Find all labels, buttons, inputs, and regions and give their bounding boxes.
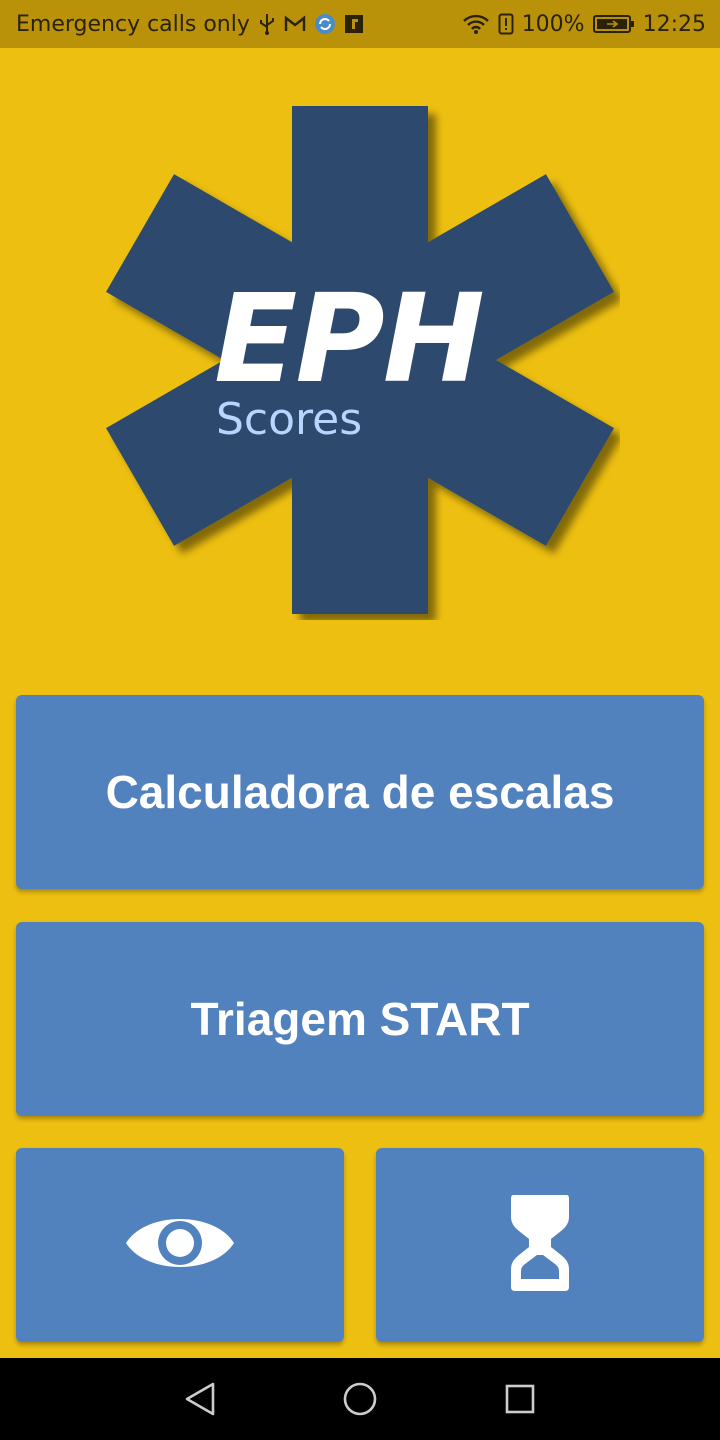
clock: 12:25 bbox=[642, 11, 706, 37]
flipboard-icon bbox=[344, 14, 364, 34]
wifi-icon bbox=[462, 13, 490, 35]
calculator-button-label: Calculadora de escalas bbox=[105, 766, 615, 818]
usb-icon bbox=[258, 13, 276, 35]
battery-percent: 100% bbox=[521, 11, 585, 37]
logo-subtitle: Scores bbox=[216, 394, 363, 445]
eye-icon bbox=[124, 1205, 236, 1285]
status-bar-right: 100% 12:25 bbox=[462, 12, 706, 37]
home-icon[interactable] bbox=[330, 1369, 390, 1429]
calculator-button[interactable]: Calculadora de escalas bbox=[16, 695, 704, 889]
carrier-text: Emergency calls only bbox=[16, 11, 250, 37]
triage-button-label: Triagem START bbox=[190, 993, 530, 1045]
eye-button[interactable] bbox=[16, 1148, 344, 1342]
back-icon[interactable] bbox=[170, 1369, 230, 1429]
gmail-icon bbox=[284, 15, 306, 33]
battery-icon bbox=[592, 14, 635, 34]
timer-button[interactable] bbox=[376, 1148, 704, 1342]
navigation-bar bbox=[0, 1358, 720, 1440]
status-bar-left: Emergency calls only bbox=[16, 12, 364, 37]
alert-icon bbox=[498, 13, 514, 35]
hourglass-icon bbox=[509, 1193, 571, 1297]
sync-app-icon bbox=[314, 13, 336, 35]
status-bar: Emergency calls only 100% 12:25 bbox=[0, 0, 720, 48]
triage-start-button[interactable]: Triagem START bbox=[16, 922, 704, 1116]
logo-title: EPH bbox=[214, 268, 485, 410]
recents-icon[interactable] bbox=[490, 1369, 550, 1429]
